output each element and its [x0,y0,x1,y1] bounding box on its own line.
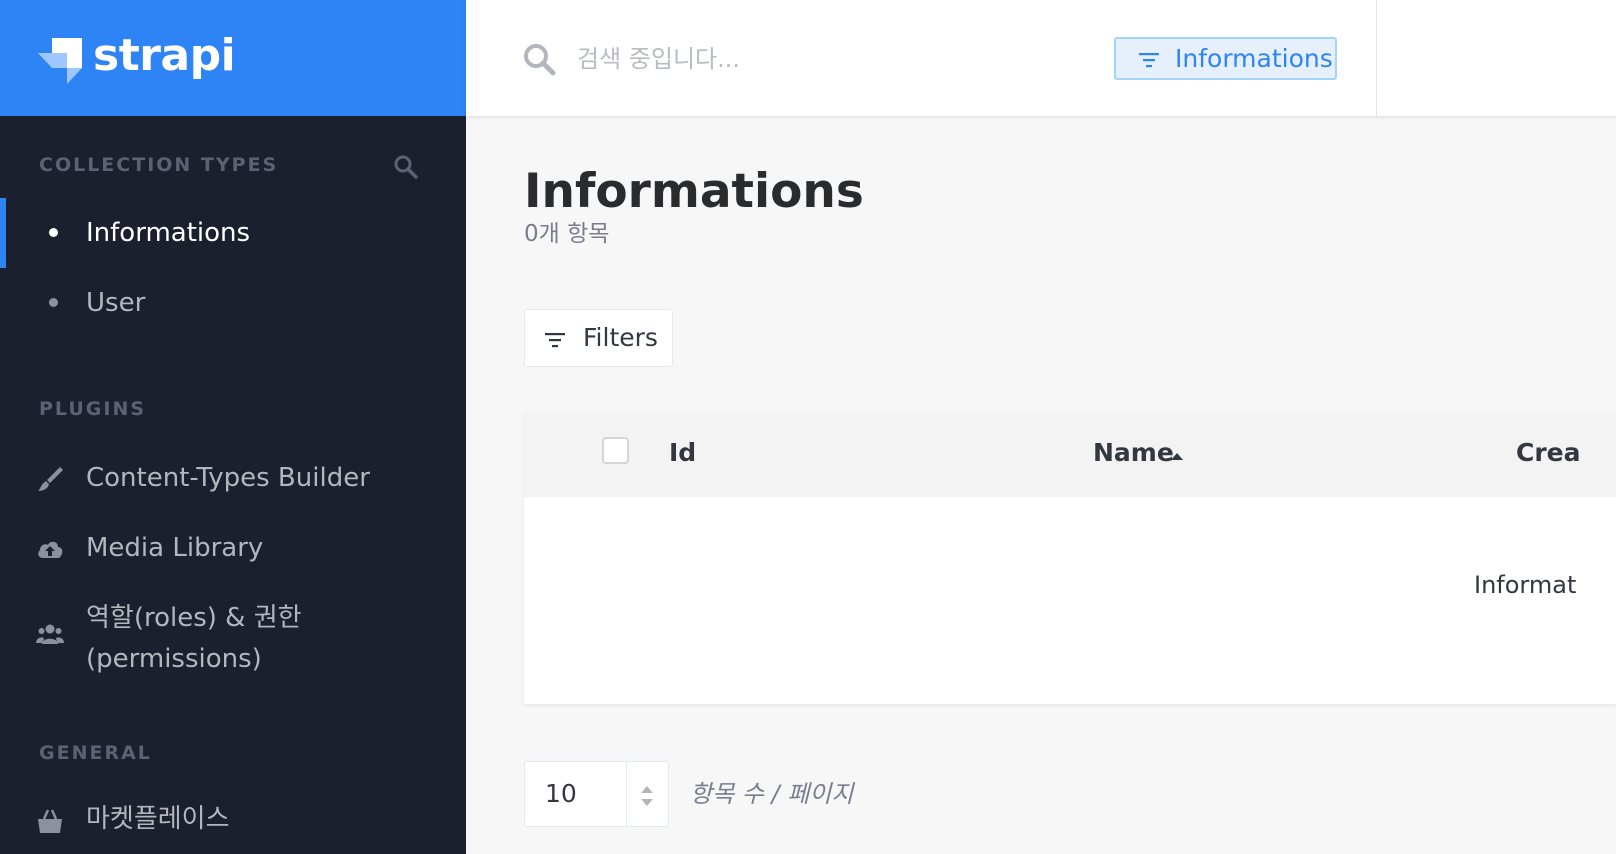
brand-name: strapi [93,30,236,81]
sort-ascending-icon[interactable] [1170,452,1184,462]
filter-icon [545,333,565,348]
sidebar-item-roles-permissions[interactable]: 역할(roles) & 권한(permissions) [0,598,466,680]
sidebar-item-content-types-builder[interactable]: Content-Types Builder [0,443,466,513]
sidebar-item-label: Content-Types Builder [86,463,370,493]
per-page-caption: 항목 수 / 페이지 [690,780,854,808]
table-header: Id Name Crea [524,411,1616,497]
top-header: Informations [466,0,1616,116]
sidebar-item-label: Informations [86,218,251,248]
filters-button[interactable]: Filters [524,309,673,367]
per-page-select[interactable]: 10 [524,761,669,827]
sidebar-item-label: 마켓플레이스 [86,804,230,834]
bullet-icon [49,228,58,237]
search-icon [524,44,556,76]
bullet-icon [49,298,58,307]
column-header-created[interactable]: Crea [1516,437,1581,469]
sidebar-item-label: User [86,288,146,318]
select-divider [626,762,627,826]
cloud-upload-icon [38,541,63,558]
section-title-general: GENERAL [39,742,152,764]
sidebar-item-label: 역할(roles) & 권한(permissions) [86,603,302,674]
paintbrush-icon [38,467,63,491]
sidebar-item-informations[interactable]: Informations [0,198,466,268]
sidebar: strapi COLLECTION TYPES Informations Use… [0,0,466,854]
users-icon [36,624,64,644]
sidebar-item-label: Media Library [86,533,264,563]
header-divider [1376,0,1377,116]
select-all-checkbox[interactable] [602,437,629,464]
column-header-id[interactable]: Id [669,437,696,469]
sidebar-item-media-library[interactable]: Media Library [0,513,466,583]
shopping-basket-icon [38,809,62,833]
section-title-plugins: PLUGINS [39,398,147,420]
filter-tag-informations[interactable]: Informations [1114,37,1337,80]
select-arrows-icon [641,786,653,806]
sidebar-item-marketplace[interactable]: 마켓플레이스 [0,787,466,854]
search-icon[interactable] [393,154,419,180]
brand-header[interactable]: strapi [0,0,466,116]
filters-label: Filters [583,323,658,352]
sidebar-item-user[interactable]: User [0,268,466,338]
active-indicator [0,198,6,268]
strapi-logo-icon [38,38,82,84]
column-header-name[interactable]: Name [1093,437,1174,469]
search-input[interactable] [577,38,1077,80]
entries-table: Id Name Crea Informat [524,411,1616,704]
empty-state-text: Informat [1474,571,1577,599]
filter-tag-label: Informations [1175,44,1333,73]
filter-icon [1139,53,1159,68]
per-page-value: 10 [545,779,577,808]
entry-count: 0개 항목 [524,221,610,247]
section-title-collection-types: COLLECTION TYPES [39,154,279,176]
page-title: Informations [524,164,864,219]
